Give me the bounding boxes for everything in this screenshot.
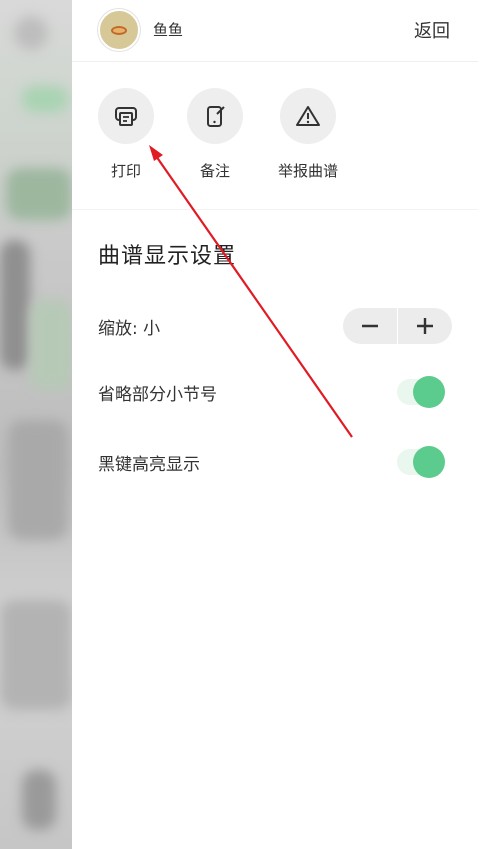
avatar-image [111,26,127,35]
report-label: 举报曲谱 [277,162,338,180]
blurred-shape [14,16,48,50]
back-button[interactable]: 返回 [414,17,450,43]
blurred-shape [0,600,72,710]
zoom-row: 缩放: 小 [72,306,478,346]
blurred-shape [30,300,72,390]
report-icon-circle [280,88,336,144]
toggle-knob [413,376,445,408]
note-button[interactable]: 备注 [175,88,255,181]
side-panel: 鱼鱼 返回 打印 备注 举报曲谱 曲谱显示设置 缩放: 小 省略部分小节号 黑键… [72,0,478,849]
blurred-shape [22,770,56,830]
blurred-shape [6,168,72,220]
omit-measure-label: 省略部分小节号 [98,385,217,405]
omit-measure-toggle[interactable] [395,374,447,410]
note-label: 备注 [199,162,230,180]
warning-icon [296,106,320,126]
background-app-blurred [0,0,72,849]
zoom-stepper [343,308,452,344]
print-button[interactable]: 打印 [86,88,166,181]
print-icon-circle [98,88,154,144]
printer-icon [115,107,137,126]
note-icon-circle [187,88,243,144]
black-key-row: 黑键高亮显示 [72,442,478,482]
report-button[interactable]: 举报曲谱 [268,88,348,181]
blurred-shape [22,86,68,112]
blurred-shape [8,420,68,540]
zoom-increase-button[interactable] [398,308,452,344]
zoom-label: 缩放: 小 [98,319,161,339]
avatar[interactable] [98,9,140,51]
action-row: 打印 备注 举报曲谱 [72,62,478,210]
blurred-shape [0,240,30,370]
print-label: 打印 [110,162,141,180]
plus-icon [417,318,433,334]
zoom-decrease-button[interactable] [343,308,397,344]
panel-header: 鱼鱼 返回 [72,0,478,62]
username: 鱼鱼 [153,21,184,39]
black-key-label: 黑键高亮显示 [98,455,200,475]
note-phone-icon [207,106,225,127]
minus-icon [362,324,378,328]
black-key-toggle[interactable] [395,444,447,480]
toggle-knob [413,446,445,478]
omit-measure-row: 省略部分小节号 [72,372,478,412]
section-title: 曲谱显示设置 [98,244,237,269]
